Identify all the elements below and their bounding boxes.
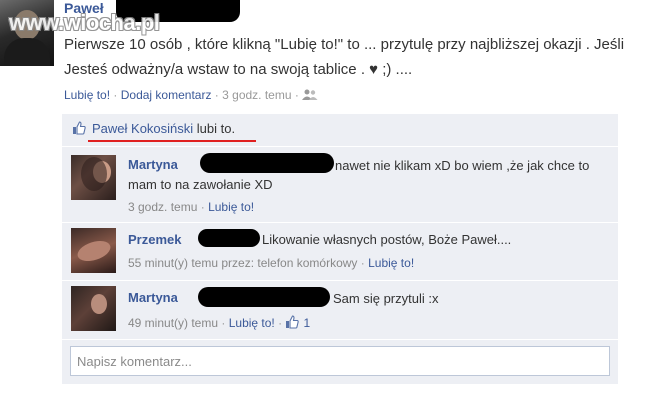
comment-divider (62, 280, 618, 281)
comment-likes[interactable]: 1 (285, 315, 311, 332)
comment-timestamp[interactable]: 49 minut(y) temu (128, 316, 218, 330)
comment-like-link[interactable]: Lubię to! (368, 256, 414, 270)
redaction-mark (198, 229, 260, 247)
comment-meta: 49 minut(y) temu · Lubię to! · 1 (128, 315, 310, 332)
thumbs-up-icon (72, 121, 86, 135)
thumbs-up-icon (285, 315, 300, 332)
separator: · (200, 200, 205, 214)
red-underline-annotation (88, 140, 256, 142)
separator: · (294, 88, 299, 102)
separator: · (221, 316, 226, 330)
post-actions: Lubię to! · Dodaj komentarz · 3 godz. te… (64, 88, 318, 104)
comment-avatar[interactable] (71, 286, 116, 331)
comment-input[interactable] (70, 346, 610, 376)
comment-divider (62, 146, 618, 147)
comment-meta: 55 minut(y) temu przez: telefon komórkow… (128, 256, 414, 270)
comments-panel (62, 114, 618, 384)
separator: · (278, 316, 283, 330)
likes-suffix: lubi to. (196, 121, 236, 136)
watermark: www.wiocha.pl (9, 10, 160, 35)
separator: · (113, 88, 118, 102)
comment-timestamp[interactable]: 3 godz. temu (128, 200, 197, 214)
comment-avatar[interactable] (71, 228, 116, 273)
comment-timestamp[interactable]: 55 minut(y) temu przez: telefon komórkow… (128, 256, 357, 270)
comment-avatar[interactable] (71, 155, 116, 200)
comment-author[interactable]: Przemek (128, 232, 181, 247)
comment-author[interactable]: Martyna (128, 290, 178, 305)
comment-divider (62, 222, 618, 223)
separator: · (360, 256, 365, 270)
comment-text: nawet nie klikam xD bo wiem ,że jak chce… (128, 158, 590, 192)
comment-like-link[interactable]: Lubię to! (208, 200, 254, 214)
post-timestamp[interactable]: 3 godz. temu (222, 88, 291, 102)
redaction-mark (198, 287, 330, 307)
likes-summary: Paweł Kokosiński lubi to. (72, 121, 235, 136)
separator: · (214, 88, 219, 102)
comment-meta: 3 godz. temu · Lubię to! (128, 200, 254, 214)
comment-like-link[interactable]: Lubię to! (229, 316, 275, 330)
add-comment-link[interactable]: Dodaj komentarz (121, 88, 212, 102)
audience-friends-icon[interactable] (302, 89, 318, 104)
comment-divider (62, 339, 618, 340)
comment-text: Likowanie własnych postów, Boże Paweł...… (262, 232, 512, 247)
avatar-body (4, 38, 50, 66)
post-text: Pierwsze 10 osób , które klikną "Lubię t… (64, 36, 625, 78)
post-like-link[interactable]: Lubię to! (64, 88, 110, 102)
liker-name-link[interactable]: Paweł Kokosiński (92, 121, 193, 136)
comment-like-count: 1 (303, 316, 311, 330)
comment-text: Sam się przytuli :x (333, 291, 439, 306)
